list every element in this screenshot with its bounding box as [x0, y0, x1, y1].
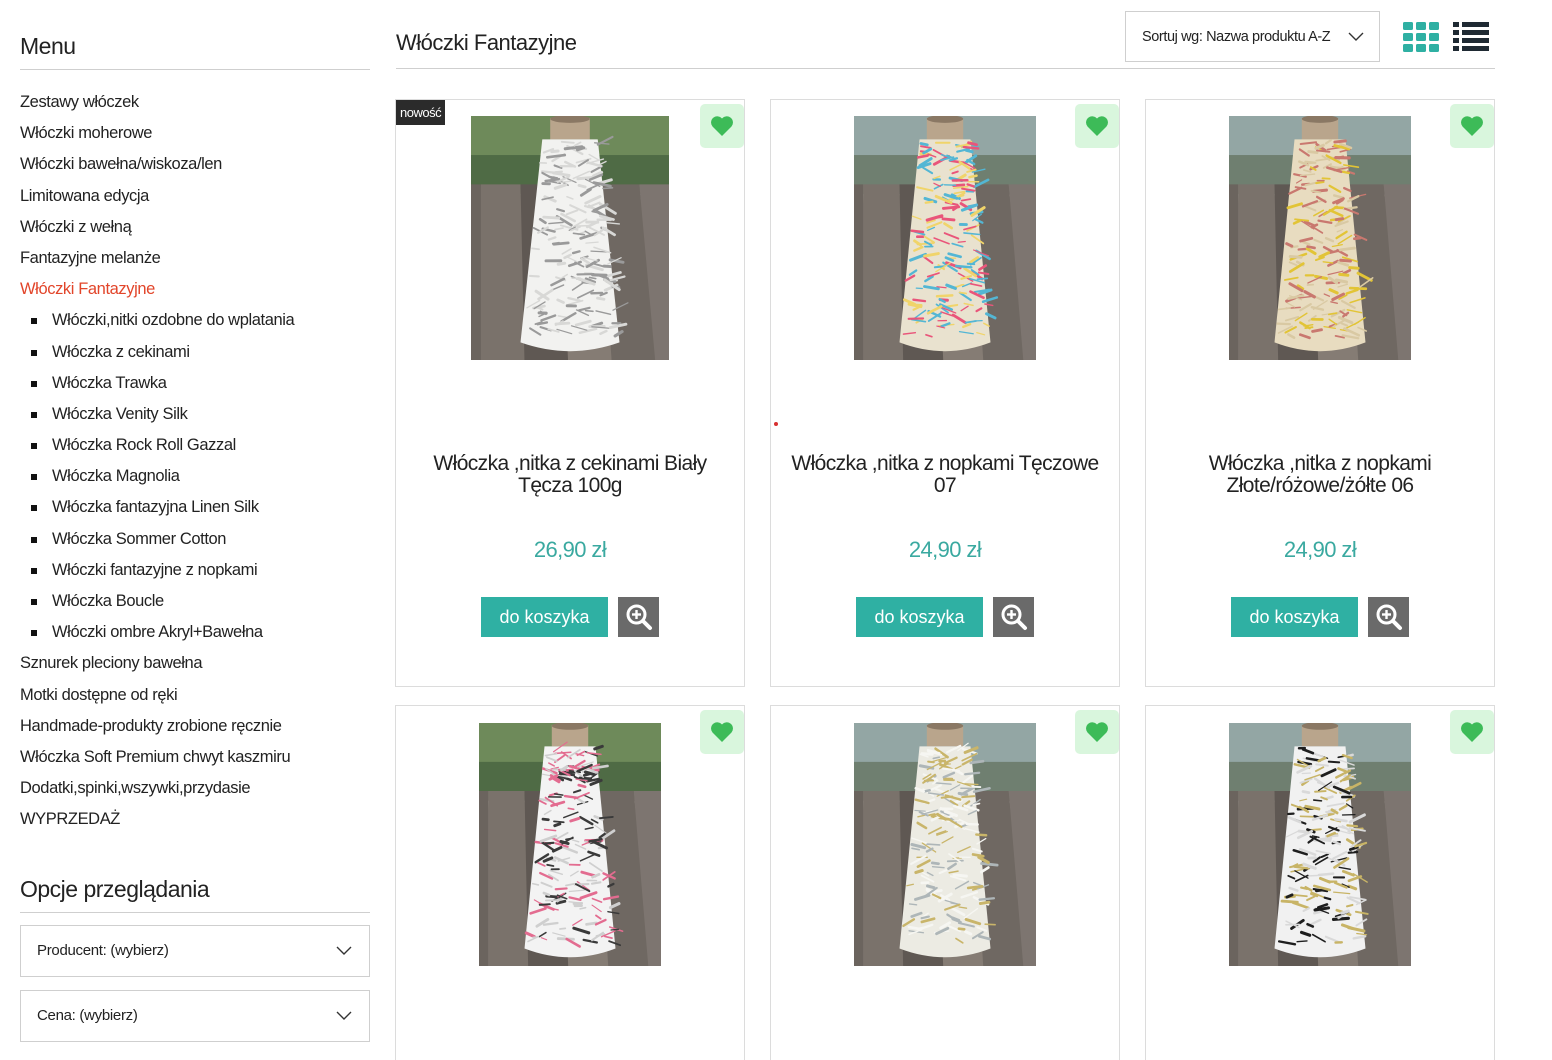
add-to-cart-button[interactable]: do koszyka: [856, 597, 983, 637]
menu-item[interactable]: Włóczka fantazyjna Linen Silk: [20, 492, 370, 523]
menu-item[interactable]: Włóczka Rock Roll Gazzal: [20, 430, 370, 461]
product-price: 26,90 zł: [533, 537, 607, 562]
menu-item[interactable]: WYPRZEDAŻ: [20, 804, 370, 835]
menu-item[interactable]: Włóczki z wełną: [20, 212, 370, 243]
menu-item[interactable]: Dodatki,spinki,wszywki,przydasie: [20, 773, 370, 804]
menu-item[interactable]: Włóczka Sommer Cotton: [20, 524, 370, 555]
product-image[interactable]: [1229, 723, 1411, 966]
quick-view-button[interactable]: [993, 597, 1034, 637]
product-price: 24,90 zł: [1283, 537, 1357, 562]
heart-icon: [711, 116, 733, 136]
heart-icon: [1086, 116, 1108, 136]
menu-item[interactable]: Zestawy włóczek: [20, 87, 370, 118]
product-image[interactable]: [854, 723, 1036, 966]
page-title: Włóczki Fantazyjne: [396, 30, 577, 55]
product-card: [1145, 705, 1495, 1060]
chevron-down-icon: [1348, 32, 1364, 41]
menu-item[interactable]: Włóczki ombre Akryl+Bawełna: [20, 617, 370, 648]
price-filter-label: Cena: (wybierz): [37, 1007, 138, 1024]
menu-title: Menu: [20, 0, 370, 70]
menu-item[interactable]: Włóczki Fantazyjne: [20, 274, 370, 305]
chevron-down-icon: [336, 1011, 352, 1020]
chevron-down-icon: [336, 946, 352, 955]
price-filter[interactable]: Cena: (wybierz): [20, 989, 370, 1042]
menu-item[interactable]: Włóczki fantazyjne z nopkami: [20, 555, 370, 586]
add-to-favorites-button[interactable]: [1075, 710, 1119, 754]
browse-options-title: Opcje przeglądania: [20, 876, 370, 913]
heart-icon: [1086, 722, 1108, 742]
menu-item[interactable]: Limitowana edycja: [20, 181, 370, 212]
grid-view-icon[interactable]: [1403, 22, 1439, 52]
product-card: [395, 705, 745, 1060]
sort-select-label: Sortuj wg: Nazwa produktu A-Z: [1142, 28, 1331, 45]
menu-item[interactable]: Sznurek pleciony bawełna: [20, 648, 370, 679]
heart-icon: [711, 722, 733, 742]
category-menu: Zestawy włóczek Włóczki moherowe Włóczki b…: [20, 87, 370, 836]
quick-view-button[interactable]: [1368, 597, 1409, 637]
sort-select[interactable]: Sortuj wg: Nazwa produktu A-Z: [1125, 11, 1380, 62]
heart-icon: [1461, 116, 1483, 136]
list-view-icon[interactable]: [1453, 22, 1489, 52]
product-image[interactable]: [471, 116, 669, 360]
menu-item[interactable]: Włóczki bawełna/wiskoza/len: [20, 149, 370, 180]
sidebar: Menu Zestawy włóczek Włóczki moherowe Włóc…: [20, 0, 370, 1042]
quick-view-button[interactable]: [618, 597, 659, 637]
product-image[interactable]: [1229, 116, 1411, 360]
menu-item[interactable]: Fantazyjne melanże: [20, 243, 370, 274]
decorative-dot: [774, 422, 778, 426]
menu-item[interactable]: Włóczki,nitki ozdobne do wplatania: [20, 305, 370, 336]
product-name[interactable]: Włóczka ,nitka z nopkami Tęczowe 07: [781, 453, 1109, 497]
menu-item[interactable]: Włóczka z cekinami: [20, 337, 370, 368]
menu-item[interactable]: Włóczka Trawka: [20, 368, 370, 399]
producer-filter[interactable]: Producent: (wybierz): [20, 924, 370, 977]
menu-item[interactable]: Motki dostępne od ręki: [20, 680, 370, 711]
product-card: Włóczka ,nitka z nopkami Tęczowe 07 24,90…: [770, 99, 1120, 687]
divider: [396, 68, 1495, 69]
producer-filter-label: Producent: (wybierz): [37, 942, 169, 959]
zoom-in-icon: [626, 604, 652, 630]
product-price: 24,90 zł: [908, 537, 982, 562]
add-to-favorites-button[interactable]: [1450, 104, 1494, 148]
product-name[interactable]: Włóczka ,nitka z nopkami Złote/różowe/żó…: [1156, 453, 1484, 497]
add-to-favorites-button[interactable]: [700, 104, 744, 148]
add-to-favorites-button[interactable]: [1450, 710, 1494, 754]
product-card: nowość Włóczka ,nitka z cekinami Biały Tę…: [395, 99, 745, 687]
new-badge: nowość: [396, 100, 446, 125]
product-card: [770, 705, 1120, 1060]
menu-item[interactable]: Włóczka Boucle: [20, 586, 370, 617]
add-to-favorites-button[interactable]: [700, 710, 744, 754]
add-to-cart-button[interactable]: do koszyka: [1231, 597, 1358, 637]
add-to-cart-button[interactable]: do koszyka: [481, 597, 608, 637]
menu-item[interactable]: Włóczka Magnolia: [20, 461, 370, 492]
zoom-in-icon: [1001, 604, 1027, 630]
add-to-favorites-button[interactable]: [1075, 104, 1119, 148]
zoom-in-icon: [1376, 604, 1402, 630]
menu-item[interactable]: Handmade-produkty zrobione ręcznie: [20, 711, 370, 742]
heart-icon: [1461, 722, 1483, 742]
product-image[interactable]: [854, 116, 1036, 360]
product-image[interactable]: [479, 723, 661, 966]
product-name[interactable]: Włóczka ,nitka z cekinami Biały Tęcza 10…: [406, 453, 734, 497]
menu-item[interactable]: Włóczka Venity Silk: [20, 399, 370, 430]
menu-item[interactable]: Włóczka Soft Premium chwyt kaszmiru: [20, 742, 370, 773]
menu-item[interactable]: Włóczki moherowe: [20, 118, 370, 149]
product-card: Włóczka ,nitka z nopkami Złote/różowe/żó…: [1145, 99, 1495, 687]
